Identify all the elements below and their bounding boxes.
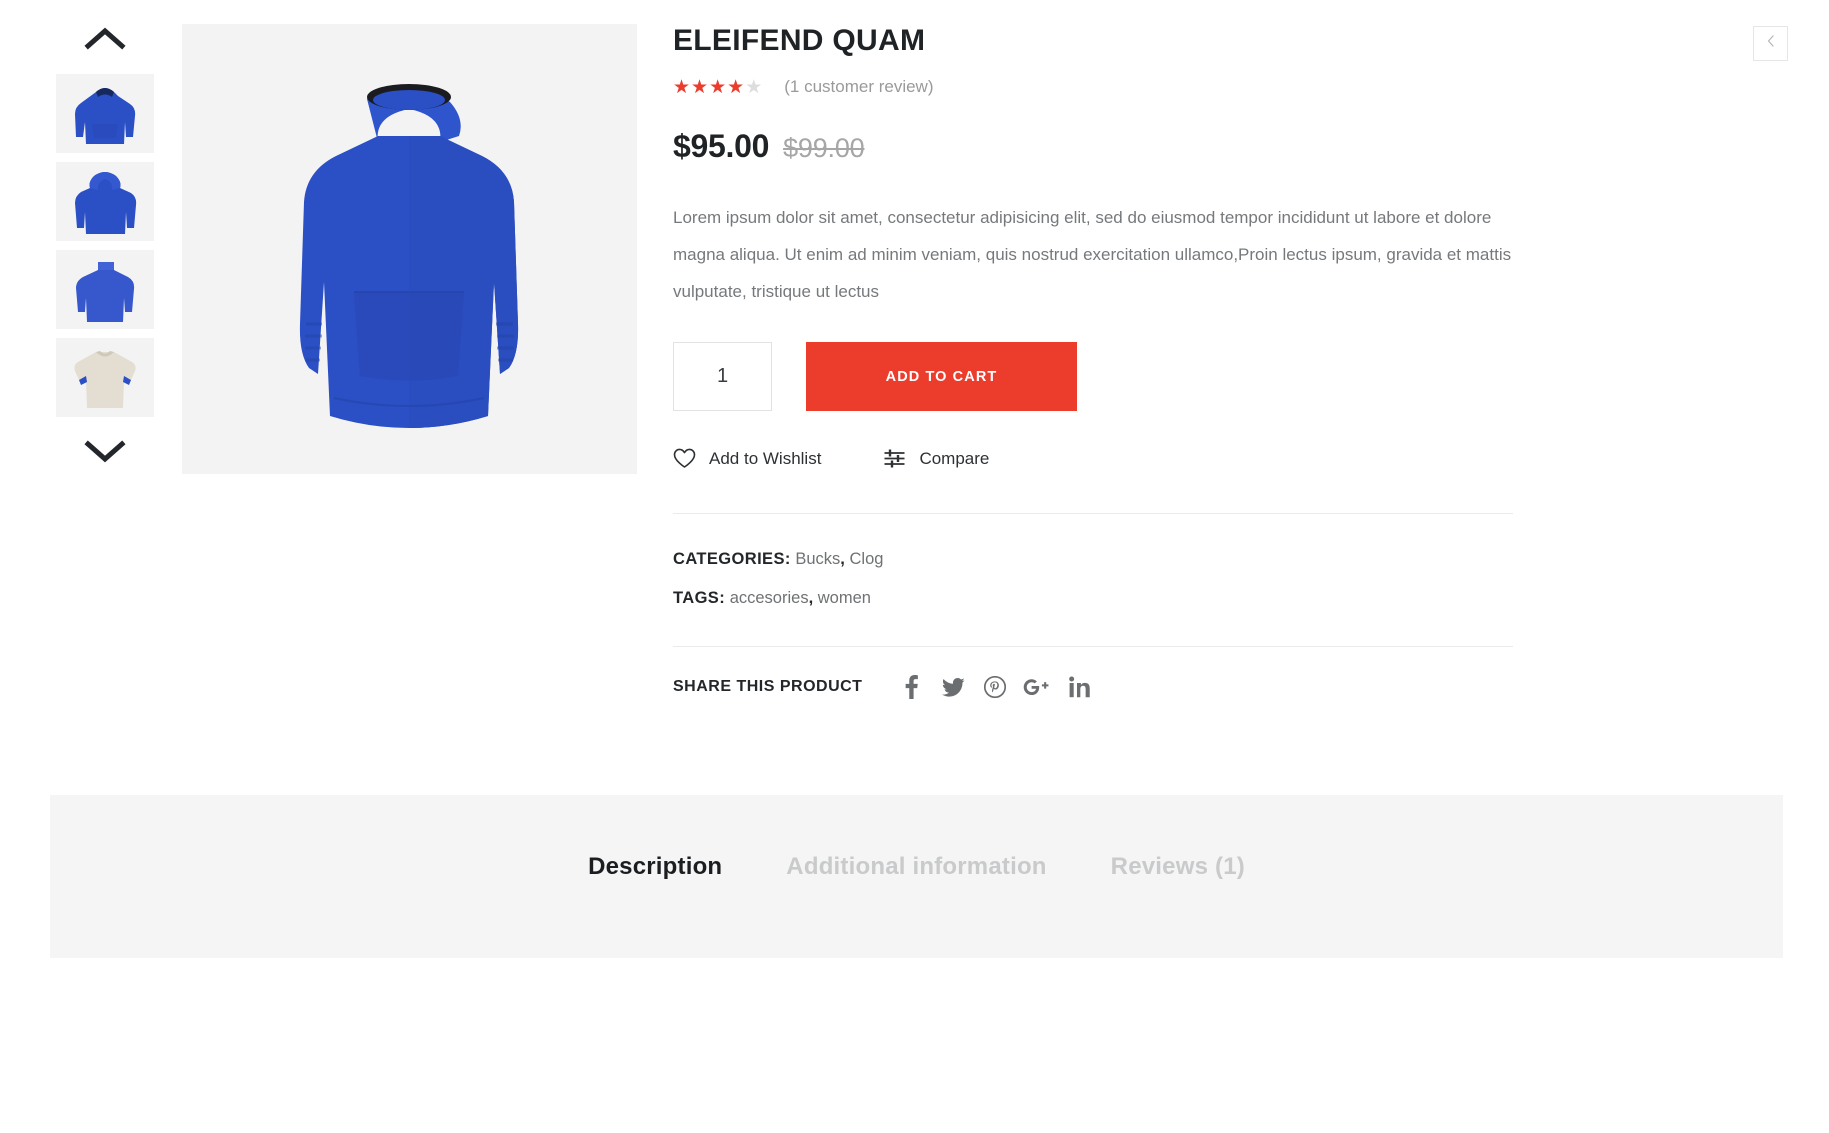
- categories-line: CATEGORIES: Bucks, Clog: [673, 540, 1783, 579]
- twitter-icon: [941, 677, 965, 697]
- heart-icon: [673, 448, 709, 469]
- pinterest-icon: [984, 676, 1007, 698]
- facebook-icon: [905, 675, 918, 699]
- quantity-input[interactable]: 1: [673, 342, 772, 411]
- cart-row: 1 ADD TO CART: [673, 342, 1783, 411]
- categories-label: CATEGORIES:: [673, 550, 791, 568]
- sliders-icon: [883, 448, 919, 469]
- tab-additional-information[interactable]: Additional information: [786, 853, 1046, 881]
- google-plus-icon: [1022, 676, 1052, 698]
- chevron-up-icon: [84, 25, 126, 51]
- thumbnail-list: [56, 74, 154, 417]
- share-row: SHARE THIS PRODUCT: [673, 674, 1783, 700]
- thumbnail-item[interactable]: [56, 338, 154, 417]
- thumbnail-item[interactable]: [56, 250, 154, 329]
- divider: [673, 646, 1513, 647]
- star-empty-icon: ★: [745, 76, 763, 98]
- star-filled-icon: ★: [709, 76, 727, 98]
- share-facebook-button[interactable]: [890, 674, 932, 700]
- star-rating: ★ ★ ★ ★ ★: [673, 78, 762, 97]
- chevron-left-icon: [1765, 34, 1777, 53]
- product-tabs-nav: Description Additional information Revie…: [50, 853, 1783, 881]
- product-tabs-panel: Description Additional information Revie…: [50, 795, 1783, 958]
- tab-reviews[interactable]: Reviews (1): [1111, 853, 1245, 881]
- tags-label: TAGS:: [673, 589, 726, 607]
- meta-separator: ,: [808, 589, 814, 607]
- gallery-prev-button[interactable]: [75, 12, 135, 64]
- product-page: ELEIFEND QUAM ★ ★ ★ ★ ★ (1 customer revi…: [0, 0, 1829, 1133]
- thumbnail-gallery: [50, 12, 160, 477]
- short-description: Lorem ipsum dolor sit amet, consectetur …: [673, 208, 1512, 301]
- product-summary: ELEIFEND QUAM ★ ★ ★ ★ ★ (1 customer revi…: [673, 20, 1783, 700]
- add-to-wishlist-button[interactable]: Add to Wishlist: [673, 448, 821, 469]
- tag-link[interactable]: women: [818, 589, 871, 607]
- price-row: $95.00 $99.00: [673, 128, 1783, 168]
- linkedin-icon: [1069, 676, 1090, 698]
- tags-line: TAGS: accesories, women: [673, 579, 1783, 618]
- share-twitter-button[interactable]: [932, 674, 974, 700]
- divider: [673, 513, 1513, 514]
- gallery-next-button[interactable]: [75, 425, 135, 477]
- meta-separator: ,: [840, 550, 845, 568]
- tab-description[interactable]: Description: [588, 853, 722, 881]
- add-to-cart-button[interactable]: ADD TO CART: [806, 342, 1077, 411]
- current-price: $95.00: [673, 128, 770, 164]
- share-linkedin-button[interactable]: [1058, 674, 1100, 700]
- original-price: $99.00: [783, 133, 865, 163]
- tag-link[interactable]: accesories: [730, 589, 809, 607]
- thumbnail-item[interactable]: [56, 162, 154, 241]
- utility-actions: Add to Wishlist Compare: [673, 448, 1783, 469]
- product-meta: CATEGORIES: Bucks, Clog TAGS: accesories…: [673, 540, 1783, 618]
- compare-button[interactable]: Compare: [883, 448, 989, 469]
- star-filled-icon: ★: [727, 76, 745, 98]
- share-googleplus-button[interactable]: [1016, 674, 1058, 700]
- star-filled-icon: ★: [691, 76, 709, 98]
- main-product-image[interactable]: [182, 24, 637, 474]
- share-label: SHARE THIS PRODUCT: [673, 678, 863, 695]
- category-link[interactable]: Bucks: [795, 550, 840, 568]
- thumbnail-item[interactable]: [56, 74, 154, 153]
- wishlist-label: Add to Wishlist: [709, 448, 822, 468]
- chevron-down-icon: [84, 438, 126, 464]
- compare-label: Compare: [919, 448, 990, 468]
- rating-row: ★ ★ ★ ★ ★ (1 customer review): [673, 76, 1783, 98]
- share-pinterest-button[interactable]: [974, 674, 1016, 700]
- previous-product-button[interactable]: [1753, 26, 1788, 61]
- share-icons: [890, 674, 1100, 700]
- category-link[interactable]: Clog: [849, 550, 883, 568]
- customer-review-link[interactable]: (1 customer review): [784, 77, 933, 97]
- star-filled-icon: ★: [673, 76, 691, 98]
- page-title: ELEIFEND QUAM: [673, 24, 926, 57]
